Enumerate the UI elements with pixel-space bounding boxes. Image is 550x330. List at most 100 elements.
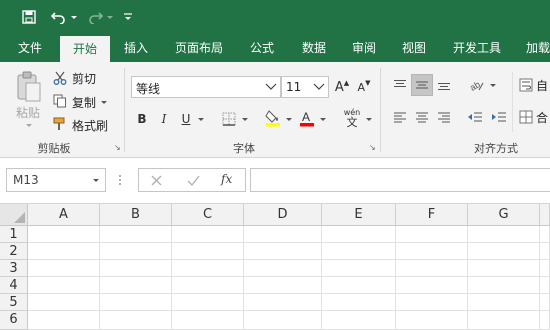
tab-page-layout[interactable]: 页面布局 bbox=[168, 34, 230, 62]
grid-cell[interactable] bbox=[28, 277, 100, 294]
decrease-font-size-button[interactable]: A ▼ bbox=[354, 76, 374, 98]
underline-dropdown-icon[interactable] bbox=[198, 118, 204, 121]
row-header[interactable]: 6 bbox=[0, 311, 28, 330]
redo-dropdown-icon[interactable] bbox=[106, 0, 114, 34]
grid-cell[interactable] bbox=[322, 243, 396, 260]
paste-icon[interactable] bbox=[14, 70, 44, 104]
insert-function-button[interactable]: fx bbox=[221, 172, 232, 186]
row-header[interactable]: 3 bbox=[0, 260, 28, 277]
fill-color-icon[interactable] bbox=[264, 108, 282, 128]
grid-cell[interactable] bbox=[322, 277, 396, 294]
bold-button[interactable]: B bbox=[132, 108, 152, 130]
grid-cell[interactable] bbox=[172, 294, 244, 311]
font-size-select[interactable]: 11 bbox=[281, 76, 329, 98]
grid-cell[interactable] bbox=[244, 226, 322, 243]
tab-developer[interactable]: 开发工具 bbox=[446, 34, 508, 62]
grid-cell[interactable] bbox=[244, 294, 322, 311]
grid-cell[interactable] bbox=[28, 311, 100, 330]
grid-cell[interactable] bbox=[100, 243, 172, 260]
grid-cell[interactable] bbox=[28, 294, 100, 311]
increase-font-size-button[interactable]: A ▲ bbox=[332, 76, 352, 98]
align-center-button[interactable] bbox=[411, 106, 433, 128]
align-middle-button[interactable] bbox=[411, 74, 433, 96]
tab-review[interactable]: 审阅 bbox=[342, 34, 386, 62]
grid-cell[interactable] bbox=[396, 294, 468, 311]
italic-button[interactable]: I bbox=[154, 108, 174, 130]
tab-addins[interactable]: 加载 bbox=[518, 34, 550, 62]
grid-cell[interactable] bbox=[468, 311, 540, 330]
tab-file[interactable]: 文件 bbox=[6, 34, 54, 62]
grid-cell[interactable] bbox=[172, 260, 244, 277]
grid-cell[interactable] bbox=[28, 243, 100, 260]
orientation-icon[interactable]: ab bbox=[466, 74, 488, 96]
cancel-icon[interactable] bbox=[149, 173, 163, 187]
grid-cell[interactable] bbox=[396, 277, 468, 294]
column-header[interactable]: E bbox=[322, 204, 396, 226]
undo-icon[interactable] bbox=[48, 0, 70, 34]
font-color-dropdown-icon[interactable] bbox=[320, 118, 326, 121]
row-header[interactable]: 4 bbox=[0, 277, 28, 294]
column-header[interactable]: D bbox=[244, 204, 322, 226]
grid-cell[interactable] bbox=[322, 294, 396, 311]
decrease-indent-icon[interactable] bbox=[464, 106, 486, 128]
grid-cell[interactable] bbox=[540, 311, 550, 330]
copy-label[interactable]: 复制 bbox=[72, 94, 96, 111]
row-header[interactable]: 2 bbox=[0, 243, 28, 260]
row-header[interactable]: 1 bbox=[0, 226, 28, 243]
grid-cell[interactable] bbox=[540, 260, 550, 277]
tab-insert[interactable]: 插入 bbox=[114, 34, 158, 62]
wrap-text-icon[interactable] bbox=[518, 76, 534, 94]
copy-icon[interactable] bbox=[52, 93, 68, 109]
grid-cell[interactable] bbox=[172, 226, 244, 243]
column-header[interactable]: A bbox=[28, 204, 100, 226]
borders-icon[interactable] bbox=[220, 110, 238, 128]
grid-cell[interactable] bbox=[244, 311, 322, 330]
clipboard-launcher-icon[interactable]: ↘ bbox=[114, 144, 122, 152]
select-all-corner[interactable] bbox=[0, 204, 28, 226]
grip-icon[interactable] bbox=[116, 172, 124, 188]
tab-home[interactable]: 开始 bbox=[60, 36, 110, 62]
formula-input[interactable] bbox=[250, 168, 550, 192]
name-box-dropdown-icon[interactable] bbox=[93, 179, 99, 182]
font-color-icon[interactable]: A bbox=[298, 108, 316, 128]
column-header[interactable] bbox=[540, 204, 550, 226]
grid-cell[interactable] bbox=[244, 277, 322, 294]
grid-cell[interactable] bbox=[468, 243, 540, 260]
column-header[interactable]: B bbox=[100, 204, 172, 226]
merge-label[interactable]: 合 bbox=[536, 109, 548, 126]
grid-cell[interactable] bbox=[100, 277, 172, 294]
tab-formulas[interactable]: 公式 bbox=[240, 34, 284, 62]
merge-center-icon[interactable] bbox=[518, 108, 534, 126]
cut-icon[interactable] bbox=[52, 70, 68, 86]
copy-dropdown-icon[interactable] bbox=[101, 101, 107, 104]
grid-cell[interactable] bbox=[396, 243, 468, 260]
format-painter-label[interactable]: 格式刷 bbox=[72, 117, 108, 134]
cut-label[interactable]: 剪切 bbox=[72, 70, 96, 87]
grid-cell[interactable] bbox=[396, 311, 468, 330]
grid-cell[interactable] bbox=[322, 260, 396, 277]
grid-cell[interactable] bbox=[244, 243, 322, 260]
grid-cell[interactable] bbox=[540, 243, 550, 260]
font-launcher-icon[interactable]: ↘ bbox=[369, 144, 377, 152]
grid-cell[interactable] bbox=[396, 260, 468, 277]
grid-cell[interactable] bbox=[100, 294, 172, 311]
wrap-text-label[interactable]: 自 bbox=[536, 77, 548, 94]
grid-cell[interactable] bbox=[468, 294, 540, 311]
grid-cell[interactable] bbox=[396, 226, 468, 243]
grid-cell[interactable] bbox=[468, 226, 540, 243]
name-box[interactable]: M13 bbox=[6, 168, 106, 192]
align-top-button[interactable] bbox=[389, 74, 411, 96]
redo-icon[interactable] bbox=[84, 0, 106, 34]
phonetic-dropdown-icon[interactable] bbox=[366, 118, 372, 121]
borders-dropdown-icon[interactable] bbox=[242, 118, 248, 121]
format-painter-icon[interactable] bbox=[52, 116, 68, 132]
grid-cell[interactable] bbox=[322, 311, 396, 330]
grid-cell[interactable] bbox=[100, 260, 172, 277]
increase-indent-icon[interactable] bbox=[488, 106, 510, 128]
save-icon[interactable] bbox=[18, 0, 40, 34]
grid-cell[interactable] bbox=[540, 294, 550, 311]
align-bottom-button[interactable] bbox=[433, 74, 455, 96]
column-header[interactable]: G bbox=[468, 204, 540, 226]
grid-cell[interactable] bbox=[172, 311, 244, 330]
phonetic-guide-button[interactable]: wén 文 bbox=[340, 106, 364, 130]
